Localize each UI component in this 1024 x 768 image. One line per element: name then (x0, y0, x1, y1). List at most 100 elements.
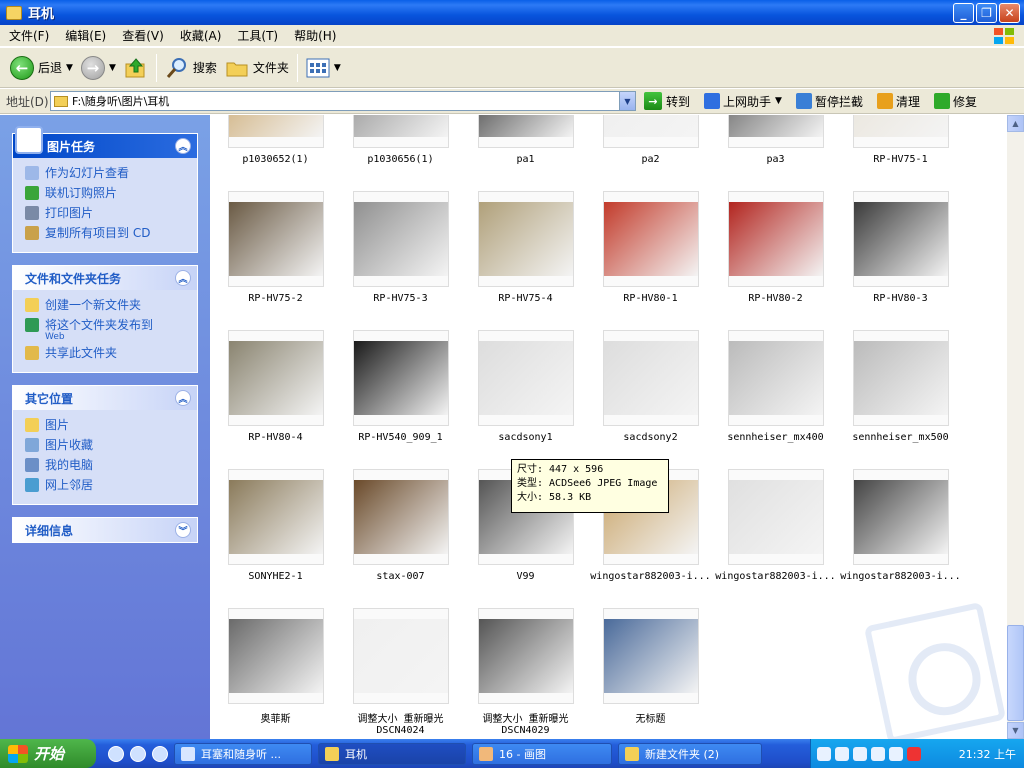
thumbnail-item[interactable]: sacdsony1 (463, 330, 588, 469)
thumbnail-item[interactable]: p1030652(1) (213, 115, 338, 191)
network-icon[interactable] (871, 746, 885, 761)
internet-explorer-icon[interactable] (152, 745, 168, 762)
other-places-body: 图片 图片收藏 我的电脑 网上邻居 (13, 410, 197, 504)
thumbnail-item[interactable]: 调整大小 重新曝光 DSCN4024 (338, 608, 463, 739)
menu-view[interactable]: 查看(V) (113, 27, 171, 44)
thumbnail-item[interactable]: pa3 (713, 115, 838, 191)
thumbnail-item[interactable]: pa1 (463, 115, 588, 191)
thumbnail-item[interactable]: RP-HV80-3 (838, 191, 963, 330)
antivirus-icon[interactable] (907, 746, 921, 761)
thumbnail-item[interactable]: RP-HV80-4 (213, 330, 338, 469)
picture-tasks-header[interactable]: 图片任务 ︽ (13, 126, 197, 158)
collapse-icon[interactable]: ︽ (175, 390, 191, 406)
close-button[interactable]: ✕ (999, 3, 1020, 23)
clean-button[interactable]: 清理 (876, 93, 920, 110)
menu-help[interactable]: 帮助(H) (285, 27, 343, 44)
vertical-scrollbar[interactable]: ▲ ▼ (1007, 115, 1024, 739)
thumbnail-item[interactable]: RP-HV75-4 (463, 191, 588, 330)
thumbnail-item[interactable]: sennheiser_mx400 (713, 330, 838, 469)
views-button[interactable]: ▼ (302, 52, 345, 84)
forward-button[interactable]: → ▼ (77, 52, 120, 84)
security-icon[interactable] (889, 746, 903, 761)
quicklaunch-app-icon[interactable] (108, 745, 124, 762)
details-panel: 详细信息 ︾ (12, 517, 198, 543)
thumbnail-item[interactable]: RP-HV75-2 (213, 191, 338, 330)
collapse-icon[interactable]: ︽ (175, 270, 191, 286)
chevron-down-icon[interactable]: ▼ (775, 96, 782, 106)
place-my-computer[interactable]: 我的电脑 (25, 456, 189, 476)
thumbnail-caption: RP-HV75-3 (373, 293, 428, 304)
go-button[interactable]: → 转到 (644, 92, 690, 110)
address-input[interactable]: F:\随身听\图片\耳机 ▼ (50, 91, 636, 111)
system-tray: 21:32 上午 (810, 739, 1024, 768)
thumbnail-item[interactable]: RP-HV75-3 (338, 191, 463, 330)
details-header[interactable]: 详细信息 ︾ (13, 518, 197, 542)
tray-arrow-icon[interactable] (853, 746, 867, 761)
place-network[interactable]: 网上邻居 (25, 476, 189, 496)
chevron-down-icon[interactable]: ▼ (619, 92, 635, 110)
photo-preview (854, 341, 948, 415)
place-pictures[interactable]: 图片 (25, 416, 189, 436)
task-copy-cd[interactable]: 复制所有项目到 CD (25, 224, 189, 244)
chevron-down-icon[interactable]: ▼ (334, 63, 341, 73)
minimize-button[interactable]: _ (953, 3, 974, 23)
pause-block-button[interactable]: 暂停拦截 (795, 93, 863, 110)
thumbnail-item[interactable]: stax-007 (338, 469, 463, 608)
thumbnail-item[interactable]: 调整大小 重新曝光 DSCN4029 (463, 608, 588, 739)
menu-tools[interactable]: 工具(T) (228, 27, 285, 44)
task-share-folder[interactable]: 共享此文件夹 (25, 344, 189, 364)
scroll-thumb[interactable] (1007, 625, 1024, 721)
thumbnail-item[interactable]: wingostar882003-i... (838, 469, 963, 608)
taskbar-item-active[interactable]: 耳机 (318, 742, 466, 765)
thumbnail-caption: V99 (516, 571, 535, 582)
thumbnail-image (728, 115, 824, 148)
thumbnail-item[interactable]: p1030656(1) (338, 115, 463, 191)
folders-button[interactable]: 文件夹 (221, 52, 293, 84)
scroll-up-arrow-icon[interactable]: ▲ (1007, 115, 1024, 132)
photo-preview (229, 202, 323, 276)
start-button[interactable]: 开始 (0, 739, 96, 768)
new-folder-icon (25, 298, 39, 312)
menu-favorites[interactable]: 收藏(A) (171, 27, 229, 44)
task-order-prints[interactable]: 联机订购照片 (25, 184, 189, 204)
taskbar-item[interactable]: 新建文件夹 (2) (618, 742, 762, 765)
thumbnail-item[interactable]: RP-HV80-1 (588, 191, 713, 330)
keyboard-icon[interactable] (817, 746, 831, 761)
taskbar-item[interactable]: 16 - 画图 (472, 742, 612, 765)
thumbnail-item[interactable]: RP-HV540_909_1 (338, 330, 463, 469)
thumbnail-item[interactable]: pa2 (588, 115, 713, 191)
task-new-folder[interactable]: 创建一个新文件夹 (25, 296, 189, 316)
menu-file[interactable]: 文件(F) (0, 27, 56, 44)
quicklaunch-app-icon[interactable] (130, 745, 146, 762)
thumbnail-item[interactable]: sacdsony2 (588, 330, 713, 469)
internet-helper-button[interactable]: 上网助手 ▼ (704, 93, 782, 110)
scroll-down-arrow-icon[interactable]: ▼ (1007, 722, 1024, 739)
other-places-header[interactable]: 其它位置 ︽ (13, 386, 197, 410)
up-folder-button[interactable] (120, 52, 152, 84)
chevron-down-icon[interactable]: ▼ (66, 63, 73, 73)
title-bar[interactable]: 耳机 _ ❐ ✕ (0, 0, 1024, 25)
thumbnail-item[interactable]: 无标题 (588, 608, 713, 739)
taskbar-item[interactable]: 耳塞和随身听 ... (174, 742, 312, 765)
search-button[interactable]: 搜索 (161, 52, 221, 84)
task-publish-web[interactable]: 将这个文件夹发布到 Web (25, 316, 189, 344)
thumbnail-item[interactable]: wingostar882003-i... (713, 469, 838, 608)
back-button[interactable]: ← 后退 ▼ (6, 52, 77, 84)
collapse-icon[interactable]: ︽ (175, 138, 191, 154)
help-icon[interactable] (835, 746, 849, 761)
chevron-down-icon[interactable]: ▼ (109, 63, 116, 73)
maximize-button[interactable]: ❐ (976, 3, 997, 23)
repair-button[interactable]: 修复 (933, 93, 977, 110)
thumbnail-item[interactable]: sennheiser_mx500 (838, 330, 963, 469)
task-slideshow[interactable]: 作为幻灯片查看 (25, 164, 189, 184)
thumbnail-item[interactable]: RP-HV75-1 (838, 115, 963, 191)
place-my-pictures[interactable]: 图片收藏 (25, 436, 189, 456)
file-tasks-body: 创建一个新文件夹 将这个文件夹发布到 Web 共享此文件夹 (13, 290, 197, 372)
task-print[interactable]: 打印图片 (25, 204, 189, 224)
thumbnail-item[interactable]: RP-HV80-2 (713, 191, 838, 330)
file-tasks-header[interactable]: 文件和文件夹任务 ︽ (13, 266, 197, 290)
expand-icon[interactable]: ︾ (175, 522, 191, 538)
thumbnail-item[interactable]: SONYHE2-1 (213, 469, 338, 608)
thumbnail-item[interactable]: 奥菲斯 (213, 608, 338, 739)
menu-edit[interactable]: 编辑(E) (56, 27, 113, 44)
